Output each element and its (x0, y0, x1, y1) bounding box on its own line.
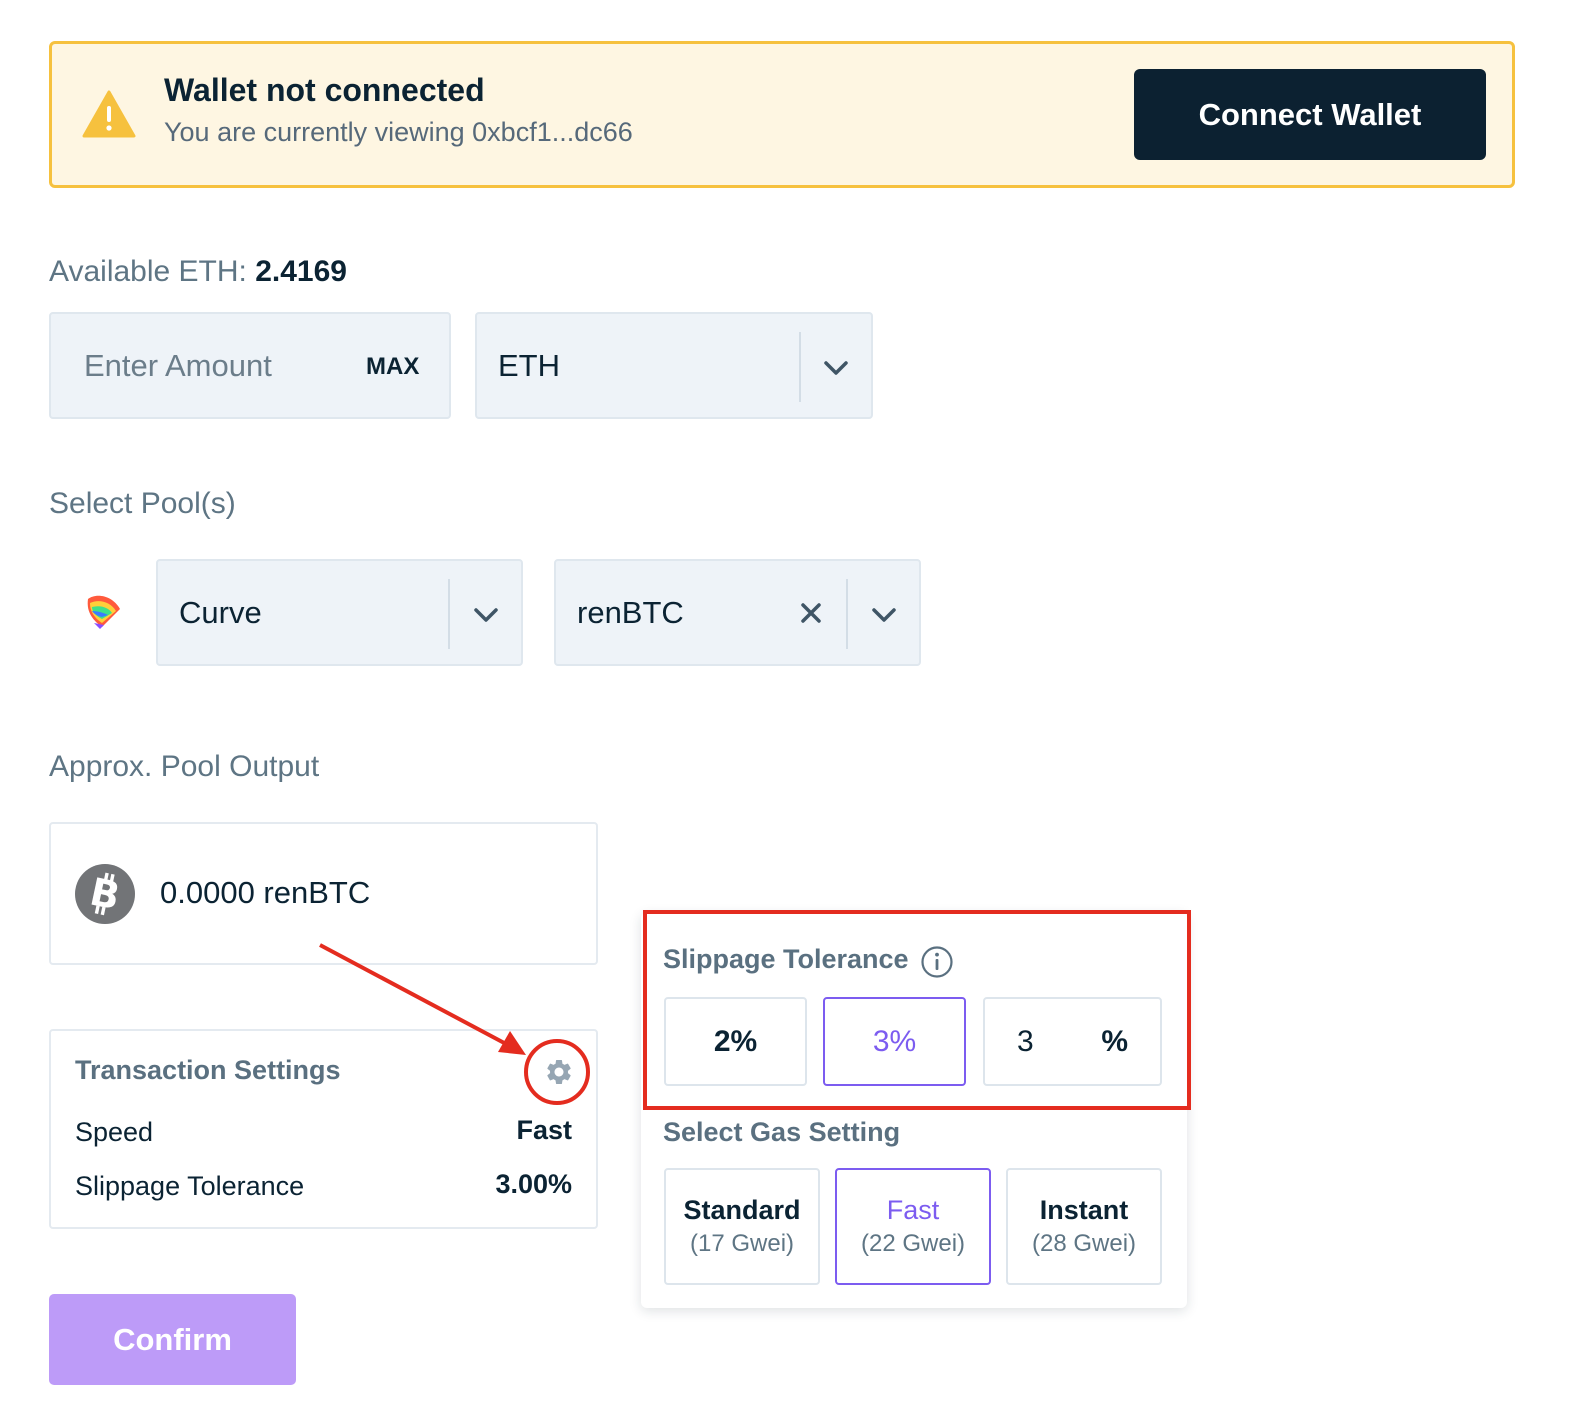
pools-label: Select Pool(s) (49, 487, 236, 520)
select-divider (448, 579, 450, 649)
transaction-settings-title: Transaction Settings (75, 1055, 341, 1085)
available-value: 2.4169 (255, 255, 347, 288)
gas-option-fast[interactable]: Fast (22 Gwei) (835, 1168, 991, 1285)
gas-option-detail: (28 Gwei) (1031, 1230, 1137, 1257)
slippage-option-3[interactable]: 3% (823, 997, 966, 1086)
amount-input[interactable]: Enter Amount MAX (49, 312, 451, 419)
slippage-option-2[interactable]: 2% (664, 997, 807, 1086)
max-button[interactable]: MAX (366, 353, 419, 381)
speed-value: Fast (516, 1115, 572, 1145)
banner-title: Wallet not connected (164, 72, 485, 108)
output-label: Approx. Pool Output (49, 750, 320, 783)
gas-option-label: Instant (1039, 1195, 1129, 1225)
slippage-label: Slippage Tolerance (75, 1171, 305, 1201)
output-value: 0.0000 renBTC (160, 875, 371, 910)
speed-label: Speed (75, 1117, 154, 1147)
token-select[interactable]: ETH (475, 312, 873, 419)
connect-wallet-button[interactable]: Connect Wallet (1134, 69, 1486, 160)
curve-logo-icon (87, 595, 120, 629)
chevron-down-icon[interactable] (472, 606, 500, 624)
slippage-title: Slippage Tolerance (663, 944, 909, 974)
select-divider (799, 332, 801, 402)
transaction-settings-card: Transaction Settings Speed Fast Slippage… (49, 1029, 598, 1229)
chevron-down-icon[interactable] (822, 359, 850, 377)
slippage-option-label: 3% (872, 1024, 917, 1058)
pool-select[interactable]: renBTC (554, 559, 921, 666)
gas-option-label: Standard (683, 1195, 801, 1225)
gear-icon[interactable] (544, 1057, 574, 1087)
gas-title: Select Gas Setting (663, 1117, 901, 1147)
slippage-option-label: 2% (713, 1024, 758, 1058)
gas-option-standard[interactable]: Standard (17 Gwei) (664, 1168, 820, 1285)
clear-icon[interactable] (799, 601, 823, 625)
slippage-custom-value: 3 (1017, 1024, 1034, 1058)
output-card: B 0.0000 renBTC (49, 822, 598, 965)
chevron-down-icon[interactable] (870, 606, 898, 624)
available-balance: Available ETH: 2.4169 (49, 255, 347, 289)
gas-option-detail: (17 Gwei) (689, 1230, 795, 1257)
amount-placeholder: Enter Amount (84, 348, 272, 383)
slippage-custom-unit: % (1101, 1024, 1128, 1058)
protocol-select[interactable]: Curve (156, 559, 523, 666)
info-icon[interactable] (920, 945, 954, 979)
gas-option-instant[interactable]: Instant (28 Gwei) (1006, 1168, 1162, 1285)
warning-triangle-icon (82, 90, 136, 138)
protocol-select-value: Curve (179, 595, 262, 630)
token-select-value: ETH (498, 348, 560, 383)
gas-option-detail: (22 Gwei) (860, 1230, 966, 1257)
pool-select-value: renBTC (577, 595, 684, 630)
slippage-custom-input[interactable]: 3 % (983, 997, 1162, 1086)
bitcoin-icon: B (75, 864, 135, 924)
confirm-button[interactable]: Confirm (49, 1294, 296, 1385)
select-divider (846, 579, 848, 649)
gas-option-label: Fast (886, 1195, 940, 1225)
available-label: Available ETH: (49, 255, 247, 288)
slippage-value: 3.00% (495, 1169, 572, 1199)
banner-subtitle: You are currently viewing 0xbcf1...dc66 (164, 117, 633, 147)
